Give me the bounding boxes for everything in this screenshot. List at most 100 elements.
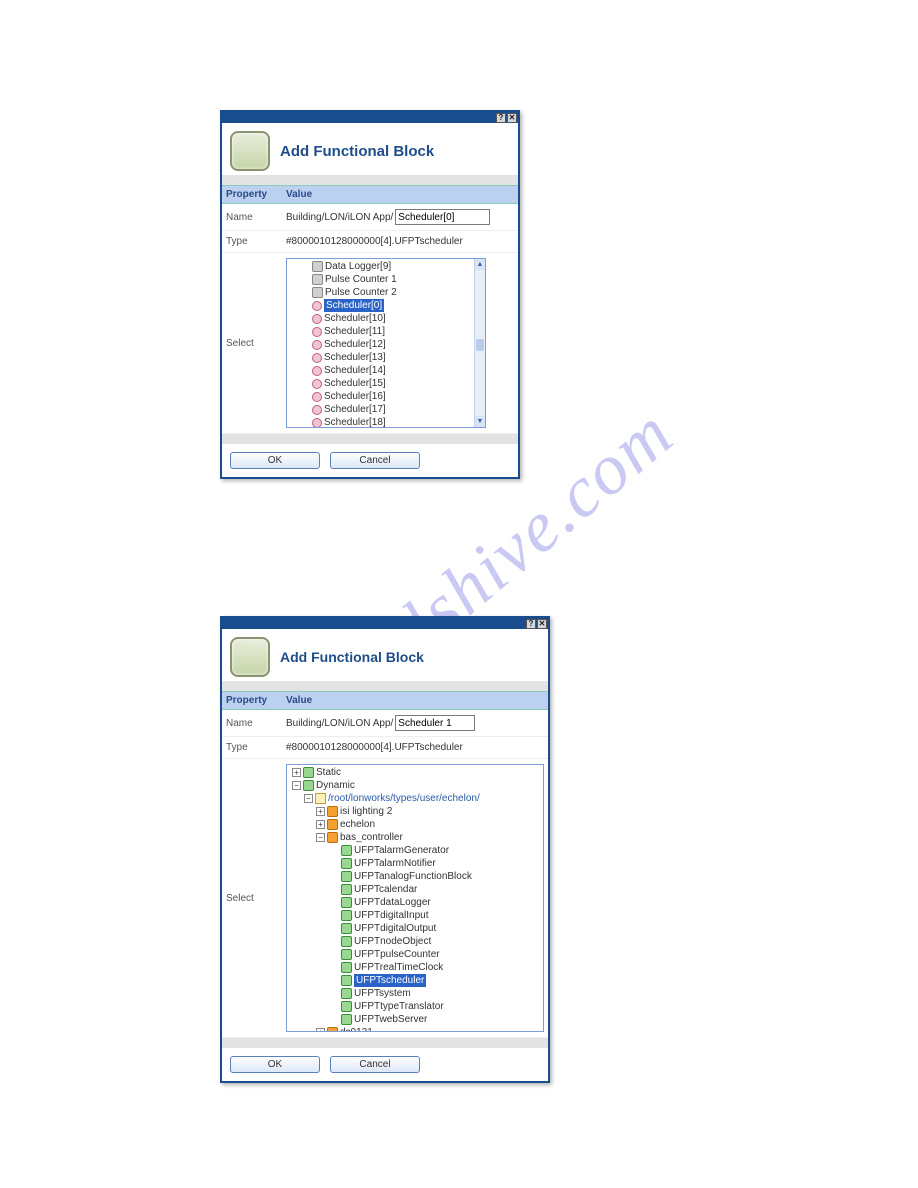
tree-item-label: isi lighting 2 [340,805,392,818]
scroll-down-icon[interactable]: ▼ [475,416,485,427]
list-item[interactable]: Pulse Counter 1 [311,273,483,286]
list-item[interactable]: Scheduler[18] [311,416,483,428]
tree-item-label: UFPTpulseCounter [354,948,440,961]
table-header: Property Value [222,691,548,710]
list-item[interactable]: Scheduler[14] [311,364,483,377]
scheduler-icon [312,405,322,415]
list-item[interactable]: Scheduler[0] [311,299,483,312]
tree-item[interactable]: UFPTcalendar [289,883,541,896]
add-functional-block-dialog-2: ? ✕ Add Functional Block Property Value … [220,616,550,1083]
list-item[interactable]: Scheduler[10] [311,312,483,325]
help-button[interactable]: ? [496,113,506,123]
dialog-header: Add Functional Block [222,123,518,185]
cancel-button[interactable]: Cancel [330,452,420,469]
close-button[interactable]: ✕ [507,113,517,123]
type-label: Type [226,236,286,247]
tree-item[interactable]: +Static [289,766,541,779]
ok-button[interactable]: OK [230,1056,320,1073]
col-property: Property [226,189,286,200]
expand-icon[interactable]: + [292,768,301,777]
name-prefix: Building/LON/iLON App/ [286,718,393,729]
tree-item[interactable]: UFPTscheduler [289,974,541,987]
tree-item-label: UFPTwebServer [354,1013,427,1026]
tree-item[interactable]: UFPTrealTimeClock [289,961,541,974]
cancel-button[interactable]: Cancel [330,1056,420,1073]
list-item-label: Pulse Counter 2 [325,286,397,299]
tree-item-label: UFPTalarmGenerator [354,844,449,857]
tree-item[interactable]: UFPTdigitalInput [289,909,541,922]
col-value: Value [286,189,312,200]
tree-item-label: UFPTscheduler [354,974,426,987]
list-item[interactable]: Scheduler[11] [311,325,483,338]
collapse-icon[interactable]: − [316,833,325,842]
name-input[interactable] [395,209,490,225]
type-label: Type [226,742,286,753]
list-item[interactable]: Data Logger[9] [311,260,483,273]
table-header: Property Value [222,185,518,204]
tree-item[interactable]: + isi lighting 2 [289,805,541,818]
tree-item[interactable]: UFPTalarmGenerator [289,844,541,857]
tree-item[interactable]: UFPTnodeObject [289,935,541,948]
close-button[interactable]: ✕ [537,619,547,629]
expand-icon[interactable]: + [316,820,325,829]
tree-item[interactable]: UFPTpulseCounter [289,948,541,961]
list-item[interactable]: Scheduler[15] [311,377,483,390]
scheduler-icon [312,353,322,363]
titlebar: ? ✕ [222,112,518,123]
list-item[interactable]: Scheduler[13] [311,351,483,364]
select-treeview[interactable]: +Static−Dynamic−/root/lonworks/types/use… [286,764,544,1032]
tree-item[interactable]: −Dynamic [289,779,541,792]
list-item[interactable]: Scheduler[16] [311,390,483,403]
tree-item[interactable]: + dc0131 [289,1026,541,1032]
fb-type-icon [341,910,352,921]
tree-item-label: UFPTrealTimeClock [354,961,443,974]
tree-item[interactable]: UFPTdigitalOutput [289,922,541,935]
tree-item[interactable]: UFPTanalogFunctionBlock [289,870,541,883]
list-item[interactable]: Scheduler[12] [311,338,483,351]
folder-open-icon [315,793,326,804]
tree-item[interactable]: UFPTtypeTranslator [289,1000,541,1013]
dynamic-icon [303,780,314,791]
expand-icon[interactable]: + [316,1028,325,1032]
static-icon [303,767,314,778]
fb-type-icon [341,845,352,856]
scheduler-icon [312,327,322,337]
help-button[interactable]: ? [526,619,536,629]
collapse-icon[interactable]: − [304,794,313,803]
tree-item[interactable]: UFPTwebServer [289,1013,541,1026]
name-label: Name [226,212,286,223]
list-item-label: Scheduler[14] [324,364,386,377]
scroll-thumb[interactable] [476,339,484,351]
tree-item[interactable]: UFPTsystem [289,987,541,1000]
collapse-icon[interactable]: − [292,781,301,790]
scroll-up-icon[interactable]: ▲ [475,259,485,270]
tree-item[interactable]: − /root/lonworks/types/user/echelon/ [289,792,541,805]
ok-button[interactable]: OK [230,452,320,469]
select-listbox[interactable]: Data Logger[9]Pulse Counter 1Pulse Count… [286,258,486,428]
list-item-label: Scheduler[12] [324,338,386,351]
block-icon [312,287,323,298]
tree-item-label: UFPTdataLogger [354,896,431,909]
tree-item-label: echelon [340,818,375,831]
list-item[interactable]: Scheduler[17] [311,403,483,416]
tree-item[interactable]: UFPTalarmNotifier [289,857,541,870]
tree-item[interactable]: UFPTdataLogger [289,896,541,909]
tree-item-label: /root/lonworks/types/user/echelon/ [328,792,480,805]
button-row: OK Cancel [222,1038,548,1081]
scrollbar[interactable]: ▲ ▼ [474,259,485,427]
list-item[interactable]: Pulse Counter 2 [311,286,483,299]
expand-icon[interactable]: + [316,807,325,816]
dialog-title: Add Functional Block [280,649,424,665]
scheduler-icon [312,301,322,311]
tree-item[interactable]: −bas_controller [289,831,541,844]
name-input[interactable] [395,715,475,731]
select-label: Select [226,338,286,349]
scheduler-icon [312,314,322,324]
col-value: Value [286,695,312,706]
tree-item-label: UFPTdigitalOutput [354,922,436,935]
tree-item[interactable]: + echelon [289,818,541,831]
list-item-label: Scheduler[13] [324,351,386,364]
tree-item-label: dc0131 [340,1026,373,1032]
button-row: OK Cancel [222,434,518,477]
list-item-label: Scheduler[16] [324,390,386,403]
